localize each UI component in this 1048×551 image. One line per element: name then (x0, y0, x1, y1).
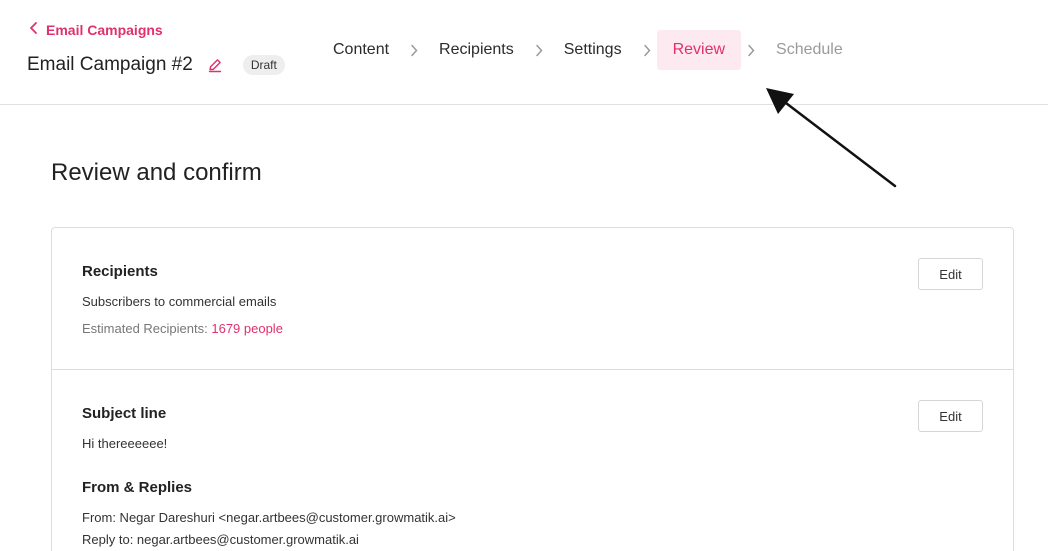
chevron-right-icon (529, 30, 549, 70)
step-navigation: Content Recipients Settings Review Sched… (318, 30, 858, 70)
back-link-label: Email Campaigns (46, 21, 163, 38)
recipients-description: Subscribers to commercial emails (82, 294, 277, 309)
subject-value: Hi thereeeeee! (82, 436, 168, 451)
campaign-title-row: Email Campaign #2 Draft (27, 54, 285, 76)
back-link-email-campaigns[interactable]: Email Campaigns (28, 21, 163, 38)
recipients-section: Recipients Subscribers to commercial ema… (52, 228, 1013, 370)
review-card: Recipients Subscribers to commercial ema… (51, 227, 1014, 551)
chevron-right-icon (404, 30, 424, 70)
step-recipients[interactable]: Recipients (424, 30, 529, 70)
step-settings[interactable]: Settings (549, 30, 637, 70)
from-replies-heading: From & Replies (82, 479, 193, 496)
subject-section: Subject line Hi thereeeeee! Edit From & … (52, 370, 1013, 551)
subject-heading: Subject line (82, 405, 167, 422)
edit-subject-button[interactable]: Edit (918, 400, 983, 432)
recipients-heading: Recipients (82, 263, 158, 280)
chevron-left-icon (28, 21, 40, 38)
annotation-arrow-icon (766, 88, 897, 188)
estimated-recipients-value: 1679 people (211, 321, 283, 336)
pencil-icon[interactable] (207, 57, 223, 73)
from-address: From: Negar Dareshuri <negar.artbees@cus… (82, 510, 456, 525)
section-heading: Review and confirm (51, 159, 262, 186)
estimated-recipients: Estimated Recipients: 1679 people (82, 321, 283, 336)
step-content[interactable]: Content (318, 30, 404, 70)
edit-recipients-button[interactable]: Edit (918, 258, 983, 290)
page-title: Email Campaign #2 (27, 54, 193, 75)
chevron-right-icon (637, 30, 657, 70)
chevron-right-icon (741, 30, 761, 70)
status-badge: Draft (242, 55, 285, 75)
reply-to-address: Reply to: negar.artbees@customer.growmat… (82, 532, 359, 547)
step-schedule[interactable]: Schedule (761, 30, 858, 70)
estimated-recipients-label: Estimated Recipients: (82, 321, 208, 336)
step-review[interactable]: Review (656, 30, 742, 70)
